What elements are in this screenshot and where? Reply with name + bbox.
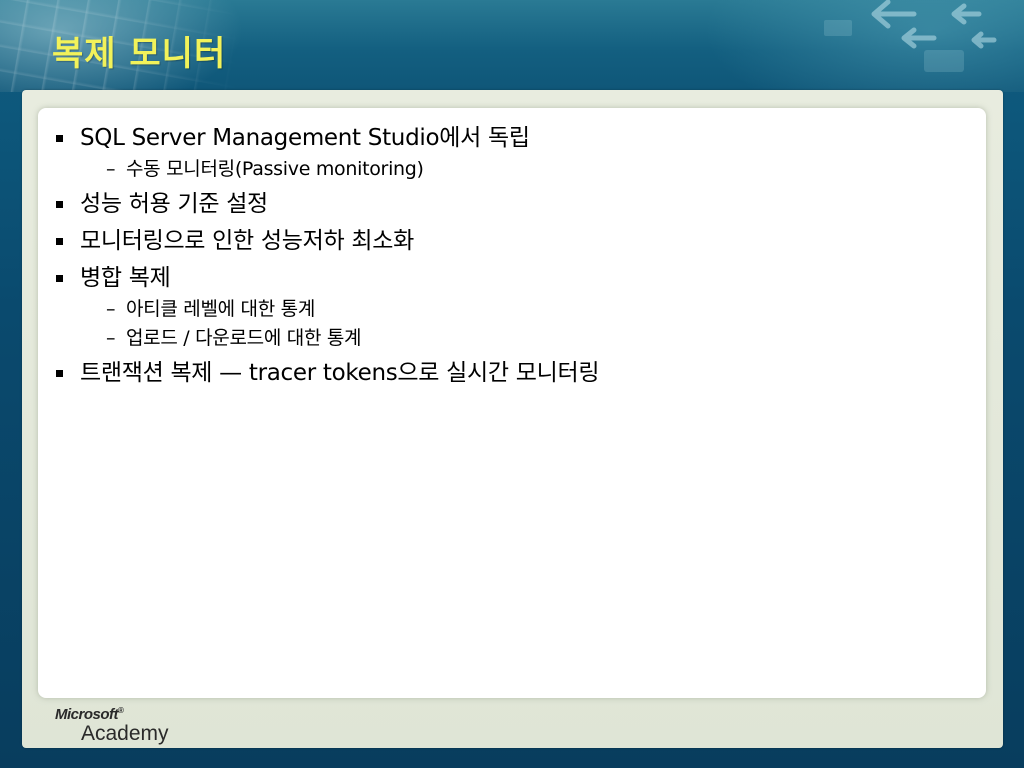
- dash-marker: –: [106, 327, 116, 349]
- sub-bullet-item: – 수동 모니터링(Passive monitoring): [38, 157, 978, 181]
- slide-title: 복제 모니터: [52, 34, 227, 74]
- sub-bullet-text: 수동 모니터링(Passive monitoring): [126, 158, 424, 180]
- bullet-square-icon: [56, 135, 63, 142]
- bullet-text: 모니터링으로 인한 성능저하 최소화: [80, 228, 414, 254]
- bullet-item: SQL Server Management Studio에서 독립: [38, 124, 978, 152]
- content-panel: SQL Server Management Studio에서 독립 – 수동 모니터…: [38, 108, 986, 698]
- bullet-text: SQL Server Management Studio에서 독립: [80, 125, 530, 151]
- arrow-left-icon: [824, 0, 997, 72]
- bullet-item: 성능 허용 기준 설정: [38, 190, 978, 218]
- bullet-text: 병합 복제: [80, 265, 171, 291]
- sub-bullet-text: 아티클 레벨에 대한 통계: [126, 298, 316, 320]
- bullet-item: 트랜잭션 복제 — tracer tokens으로 실시간 모니터링: [38, 359, 978, 387]
- bullet-item: 모니터링으로 인한 성능저하 최소화: [38, 227, 978, 255]
- sub-bullet-item: – 업로드 / 다운로드에 대한 통계: [38, 326, 978, 350]
- microsoft-academy-logo: Microsoft® Academy: [55, 706, 195, 750]
- logo-academy-text: Academy: [81, 722, 169, 745]
- bullet-text: 성능 허용 기준 설정: [80, 191, 268, 217]
- bullet-item: 병합 복제: [38, 264, 978, 292]
- slide: 복제 모니터 SQL Server Management Studio에서 독립…: [0, 0, 1024, 768]
- logo-microsoft-text: Microsoft®: [55, 706, 124, 723]
- dash-marker: –: [106, 158, 116, 180]
- bullet-square-icon: [56, 275, 63, 282]
- header-band: 복제 모니터: [0, 0, 1024, 92]
- sub-bullet-item: – 아티클 레벨에 대한 통계: [38, 297, 978, 321]
- bullet-square-icon: [56, 201, 63, 208]
- sub-bullet-text: 업로드 / 다운로드에 대한 통계: [126, 327, 362, 349]
- bullet-text: 트랜잭션 복제 — tracer tokens으로 실시간 모니터링: [80, 360, 600, 386]
- bullet-square-icon: [56, 370, 63, 377]
- bullet-list: SQL Server Management Studio에서 독립 – 수동 모니터…: [38, 124, 978, 396]
- bullet-square-icon: [56, 238, 63, 245]
- dash-marker: –: [106, 298, 116, 320]
